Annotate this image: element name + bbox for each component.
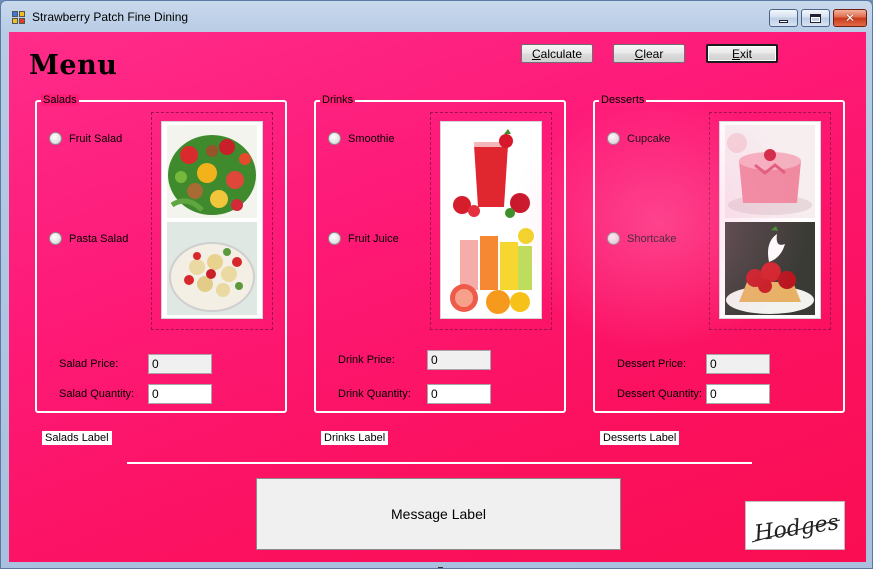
drink-quantity-field[interactable]: 0: [427, 384, 491, 404]
dessert-price-label: Dessert Price:: [617, 358, 687, 370]
smoothie-radio[interactable]: Smoothie: [328, 132, 394, 145]
maximize-button[interactable]: [801, 9, 830, 27]
radio-icon[interactable]: [49, 132, 62, 145]
window-title: Strawberry Patch Fine Dining: [32, 10, 189, 24]
drink-price-row: Drink Price: 0: [338, 350, 491, 370]
form-client-area: Menu Calculate Clear Exit Salads Fruit S…: [9, 32, 866, 562]
exit-mnemonic: E: [731, 46, 740, 61]
smoothie-image: [446, 125, 536, 218]
message-label: Message Label: [256, 478, 621, 550]
shortcake-image: [725, 222, 815, 315]
fruit-salad-radio[interactable]: Fruit Salad: [49, 132, 122, 145]
maximize-icon: [810, 13, 821, 23]
drink-price-field[interactable]: 0: [427, 350, 491, 370]
title-bar[interactable]: Strawberry Patch Fine Dining ✕: [1, 1, 872, 33]
pasta-salad-radio[interactable]: Pasta Salad: [49, 232, 128, 245]
calculate-label: alculate: [540, 46, 583, 61]
salad-price-label: Salad Price:: [59, 358, 119, 370]
divider-line: [127, 462, 752, 464]
exit-button[interactable]: Exit: [706, 44, 778, 63]
cupcake-radio[interactable]: Cupcake: [607, 132, 670, 145]
radio-icon[interactable]: [607, 132, 620, 145]
pasta-salad-label: Pasta Salad: [69, 232, 129, 245]
salad-quantity-row: Salad Quantity: 0: [59, 384, 212, 404]
drinks-picture-frame: [430, 112, 552, 330]
shortcake-label: Shortcake: [627, 232, 677, 245]
salad-price-row: Salad Price: 0: [59, 354, 212, 374]
menu-title: Menu: [29, 50, 118, 81]
message-text: Message Label: [391, 506, 486, 522]
cupcake-image: [725, 125, 815, 218]
fruit-salad-label: Fruit Salad: [69, 132, 123, 145]
radio-icon[interactable]: [328, 132, 341, 145]
close-button[interactable]: ✕: [833, 9, 867, 27]
salads-output-label: Salads Label: [42, 431, 112, 445]
drink-quantity-label: Drink Quantity:: [338, 388, 411, 400]
dessert-quantity-row: Dessert Quantity: 0: [617, 384, 770, 404]
fruit-juice-radio[interactable]: Fruit Juice: [328, 232, 399, 245]
dessert-price-row: Dessert Price: 0: [617, 354, 770, 374]
hodges-logo: Hodges: [745, 501, 845, 550]
minimize-icon: [779, 19, 788, 23]
clear-label: lear: [643, 46, 664, 61]
desserts-picture-panel: [719, 121, 821, 319]
fruit-juice-image: [446, 222, 536, 315]
exit-label: xit: [740, 46, 752, 61]
clear-button[interactable]: Clear: [613, 44, 685, 63]
dessert-quantity-field[interactable]: 0: [706, 384, 770, 404]
drinks-picture-panel: [440, 121, 542, 319]
dessert-quantity-label: Dessert Quantity:: [617, 388, 702, 400]
desserts-caption: Desserts: [599, 94, 647, 106]
cupcake-label: Cupcake: [627, 132, 671, 145]
close-icon: ✕: [844, 11, 856, 25]
window-bottom-border: [1, 562, 872, 568]
drinks-caption: Drinks: [320, 94, 356, 106]
salads-caption: Salads: [41, 94, 79, 106]
desserts-output-label: Desserts Label: [600, 431, 680, 445]
salads-groupbox: Salads Fruit Salad Pasta Salad Salad Pri…: [35, 94, 287, 413]
drink-quantity-row: Drink Quantity: 0: [338, 384, 491, 404]
drink-price-label: Drink Price:: [338, 354, 395, 366]
fruit-salad-image: [167, 125, 257, 218]
app-window: Strawberry Patch Fine Dining ✕ Menu Calc…: [0, 0, 873, 569]
drinks-groupbox: Drinks Smoothie Fruit Juice Drink Price:…: [314, 94, 566, 413]
salads-picture-panel: [161, 121, 263, 319]
shortcake-radio[interactable]: Shortcake: [607, 232, 677, 245]
desserts-groupbox: Desserts Cupcake Shortcake Dessert Price…: [593, 94, 845, 413]
salad-quantity-label: Salad Quantity:: [59, 388, 135, 400]
fruit-juice-label: Fruit Juice: [348, 232, 399, 245]
desserts-picture-frame: [709, 112, 831, 330]
pasta-salad-image: [167, 222, 257, 315]
minimize-button[interactable]: [769, 9, 798, 27]
radio-icon[interactable]: [49, 232, 62, 245]
calculate-button[interactable]: Calculate: [521, 44, 593, 63]
app-icon[interactable]: [12, 11, 26, 24]
salad-price-field[interactable]: 0: [148, 354, 212, 374]
salad-quantity-field[interactable]: 0: [148, 384, 212, 404]
clear-mnemonic: C: [634, 46, 644, 61]
drinks-output-label: Drinks Label: [321, 431, 389, 445]
radio-icon[interactable]: [607, 232, 620, 245]
dessert-price-field[interactable]: 0: [706, 354, 770, 374]
salads-picture-frame: [151, 112, 273, 330]
smoothie-label: Smoothie: [348, 132, 395, 145]
radio-icon[interactable]: [328, 232, 341, 245]
calculate-mnemonic: C: [531, 46, 541, 61]
